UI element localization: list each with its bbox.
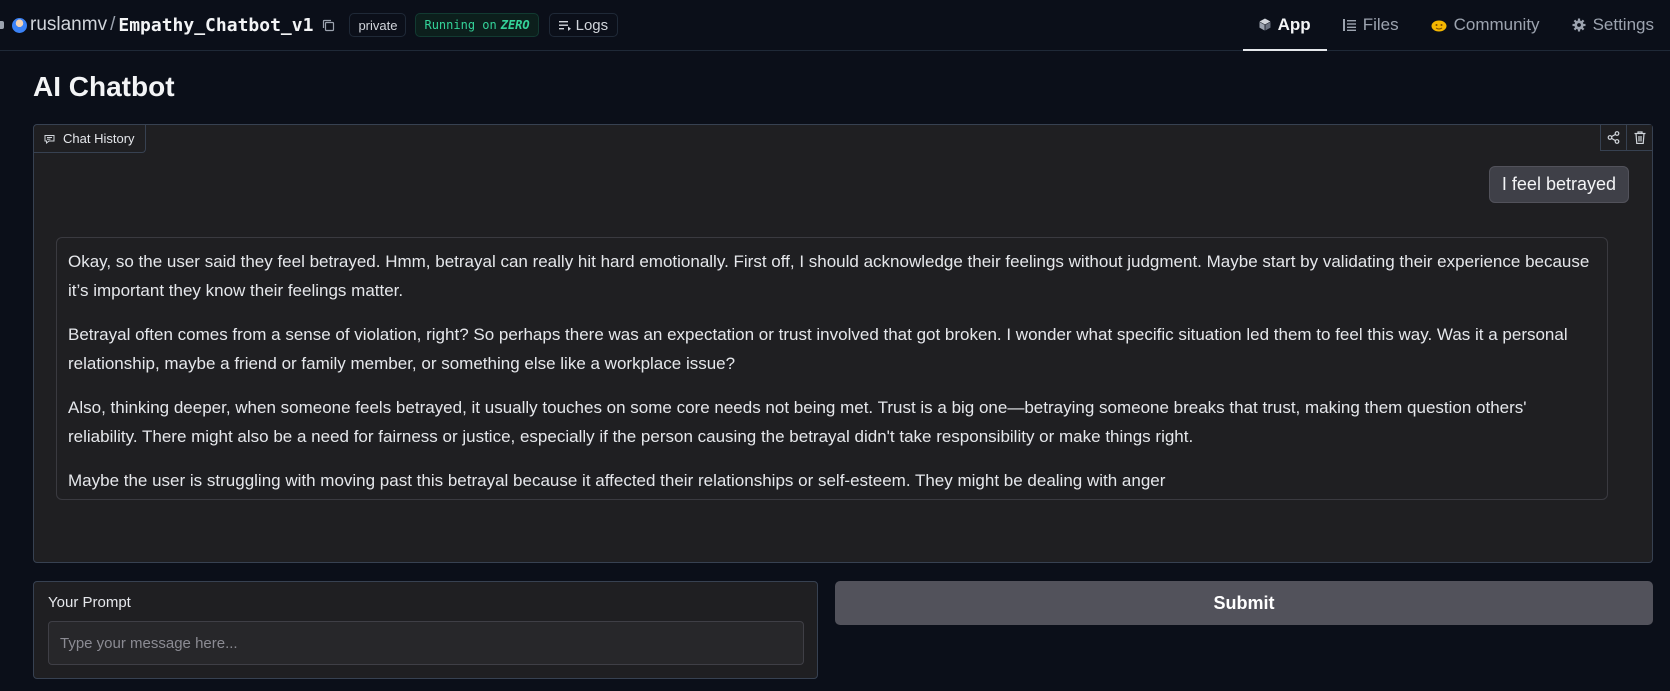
- tab-settings-label: Settings: [1592, 14, 1654, 34]
- logs-button[interactable]: Logs: [548, 13, 619, 37]
- breadcrumb-separator: /: [110, 14, 116, 35]
- chat-icon: [44, 134, 55, 144]
- user-message: I feel betrayed: [1488, 166, 1629, 203]
- owner-avatar[interactable]: [12, 17, 27, 33]
- tab-app-label: App: [1277, 14, 1311, 34]
- copy-icon[interactable]: [322, 19, 335, 32]
- owner-link[interactable]: ruslanmv: [30, 14, 107, 36]
- prompt-label: Your Prompt: [48, 594, 131, 611]
- share-icon: [1607, 131, 1620, 144]
- chatbot-label-text: Chat History: [63, 131, 135, 146]
- space-nav: App Files Community Settings: [1242, 0, 1670, 51]
- files-icon: [1342, 18, 1356, 31]
- page-title: AI Chatbot: [33, 71, 175, 102]
- share-button[interactable]: [1600, 125, 1626, 151]
- repo-link[interactable]: Empathy_Chatbot_v1: [118, 15, 313, 36]
- tab-community-label: Community: [1453, 14, 1540, 34]
- tab-community[interactable]: Community: [1415, 0, 1556, 51]
- visibility-badge: private: [349, 13, 407, 37]
- chatbot-panel[interactable]: Chat History I feel betrayed Okay, so th…: [33, 124, 1653, 563]
- prompt-panel: Your Prompt: [33, 581, 818, 679]
- logs-icon: [558, 20, 571, 31]
- cube-icon: [1259, 18, 1271, 31]
- prompt-input[interactable]: [48, 621, 804, 665]
- trash-icon: [1634, 131, 1645, 144]
- chatbot-actions: [1600, 125, 1652, 151]
- gear-icon: [1572, 18, 1586, 31]
- assistant-paragraph: Maybe the user is struggling with moving…: [68, 471, 1166, 490]
- hardware-label: ZERO: [500, 18, 530, 32]
- tab-app[interactable]: App: [1242, 0, 1327, 51]
- assistant-paragraph: Okay, so the user said they feel betraye…: [68, 252, 1590, 300]
- sidebar-edge-handle[interactable]: [0, 21, 4, 29]
- status-badge[interactable]: Running on ZERO: [415, 13, 539, 37]
- assistant-message: Okay, so the user said they feel betraye…: [56, 237, 1608, 500]
- status-text: Running on: [424, 18, 497, 32]
- space-breadcrumb: ruslanmv / Empathy_Chatbot_v1: [0, 0, 335, 51]
- submit-button[interactable]: Submit: [835, 581, 1653, 625]
- tab-settings[interactable]: Settings: [1556, 0, 1670, 51]
- chatbot-label: Chat History: [34, 125, 146, 153]
- tab-files[interactable]: Files: [1327, 0, 1415, 51]
- clear-button[interactable]: [1626, 125, 1652, 151]
- logs-label: Logs: [575, 16, 609, 34]
- community-icon: [1431, 20, 1447, 31]
- space-header: ruslanmv / Empathy_Chatbot_v1 private Ru…: [0, 0, 1670, 51]
- assistant-paragraph: Betrayal often comes from a sense of vio…: [68, 325, 1568, 373]
- tab-files-label: Files: [1362, 14, 1399, 34]
- assistant-paragraph: Also, thinking deeper, when someone feel…: [68, 398, 1527, 446]
